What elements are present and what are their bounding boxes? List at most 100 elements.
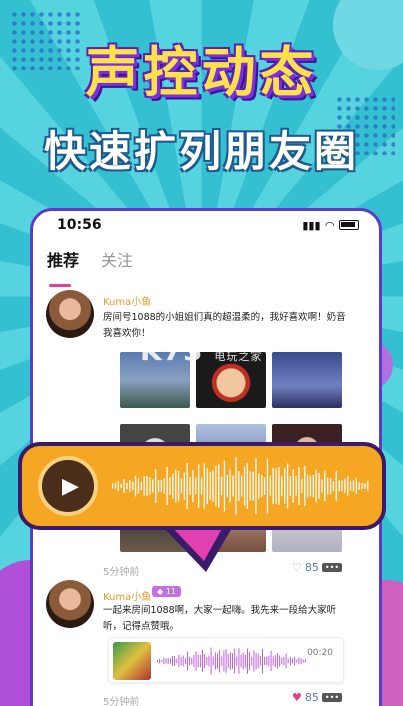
waveform-bar	[341, 480, 343, 492]
post-time: 5分钟前	[103, 697, 140, 706]
waveform-bar	[214, 652, 216, 670]
waveform-bar	[244, 654, 246, 668]
waveform-bar	[167, 658, 169, 664]
waveform-bar	[266, 458, 269, 514]
waveform-bar	[238, 471, 240, 501]
avatar[interactable]	[46, 290, 94, 338]
waveform-bar	[178, 654, 180, 668]
waveform-bar	[232, 475, 234, 497]
waveform-bar	[294, 656, 296, 666]
waveform-bar	[274, 655, 276, 667]
waveform-bar	[259, 656, 261, 666]
waveform-bar	[114, 482, 117, 490]
waveform-bar	[281, 657, 283, 664]
watermark-sub: 电玩之家	[214, 350, 263, 363]
tab-recommend[interactable]: 推荐	[47, 247, 79, 287]
level-badge: ◆ 11	[152, 586, 181, 597]
like-counter[interactable]: ♡ 85 •••	[292, 561, 343, 574]
waveform-bar	[172, 473, 174, 499]
waveform-bar	[189, 476, 191, 495]
waveform-bar	[157, 660, 158, 662]
waveform-bar	[157, 479, 160, 493]
like-count: 85	[304, 691, 319, 704]
waveform-bar	[189, 656, 191, 666]
waveform-bar	[209, 471, 211, 501]
waveform-bar	[166, 466, 168, 506]
waveform-bar	[210, 647, 212, 675]
waveform-bar	[155, 469, 157, 503]
waveform-bar	[159, 658, 161, 664]
waveform-bar	[306, 474, 309, 498]
waveform-bar	[309, 475, 312, 497]
waveform-bar	[232, 653, 233, 669]
waveform-bar	[223, 650, 225, 672]
play-icon[interactable]: ▶	[38, 456, 98, 516]
waveform	[112, 457, 369, 515]
waveform-bar	[289, 476, 291, 496]
waveform-bar	[278, 467, 280, 506]
banner-subtitle: 快速扩列朋友圈	[43, 127, 359, 176]
waveform-bar	[229, 652, 231, 670]
waveform-bar	[229, 469, 231, 503]
waveform-bar	[252, 471, 254, 501]
heart-icon[interactable]: ♡	[292, 561, 302, 574]
waveform-bar	[235, 457, 237, 515]
waveform-bar	[279, 655, 281, 667]
waveform-bar	[344, 478, 346, 494]
waveform-bar	[281, 476, 283, 496]
avatar[interactable]	[46, 580, 94, 628]
waveform-bar	[264, 657, 266, 665]
banner-title: 声控动态	[85, 41, 318, 104]
waveform-bar	[284, 468, 286, 504]
like-counter[interactable]: ♥ 85 •••	[292, 691, 343, 704]
waveform-bar	[287, 658, 289, 664]
waveform-bar	[335, 471, 337, 501]
waveform-bar	[129, 480, 131, 492]
waveform-bar	[195, 651, 197, 671]
waveform-bar	[236, 656, 238, 666]
like-count: 85	[304, 561, 319, 574]
waveform-bar	[172, 656, 173, 666]
tab-following[interactable]: 关注	[101, 247, 133, 279]
waveform-bar	[301, 478, 303, 494]
waveform-bar	[187, 651, 188, 671]
waveform-bar	[165, 658, 167, 664]
waveform-bar	[238, 648, 240, 674]
waveform-bar	[262, 648, 263, 674]
waveform-bar	[137, 478, 140, 494]
waveform-bar	[292, 469, 294, 503]
waveform-bar	[220, 476, 223, 496]
waveform-bar	[355, 478, 357, 494]
waveform-bar	[367, 480, 369, 491]
waveform-bar	[215, 465, 217, 507]
post-time: 5分钟前	[103, 567, 140, 578]
waveform-bar	[289, 656, 291, 666]
waveform-bar	[243, 466, 246, 506]
waveform-bar	[223, 460, 226, 512]
waveform-bar	[180, 478, 183, 494]
waveform-bar	[182, 655, 184, 667]
image-night-sky[interactable]	[272, 352, 342, 408]
waveform-bar	[225, 648, 227, 673]
waveform-bar	[161, 660, 163, 663]
post-username[interactable]: Kuma小鱼	[103, 588, 151, 603]
audio-cover	[113, 642, 151, 680]
post-username[interactable]: Kuma小鱼	[103, 293, 151, 308]
waveform-bar	[277, 653, 278, 669]
more-icon[interactable]: •••	[321, 693, 343, 702]
waveform-bar	[234, 648, 236, 674]
voice-player[interactable]: ▶	[18, 442, 386, 530]
waveform-bar	[249, 471, 251, 501]
waveform-bar	[221, 656, 223, 666]
waveform-bar	[296, 659, 298, 663]
waveform-bar	[338, 480, 340, 492]
waveform-bar	[255, 652, 257, 670]
waveform-bar	[176, 658, 178, 664]
more-icon[interactable]: •••	[321, 563, 343, 572]
waveform-bar	[120, 483, 122, 489]
waveform-bar	[217, 653, 218, 669]
waveform-bar	[263, 477, 266, 495]
audio-message[interactable]: 00:20	[108, 637, 344, 683]
waveform-bar	[249, 651, 251, 671]
heart-icon[interactable]: ♥	[292, 691, 302, 704]
